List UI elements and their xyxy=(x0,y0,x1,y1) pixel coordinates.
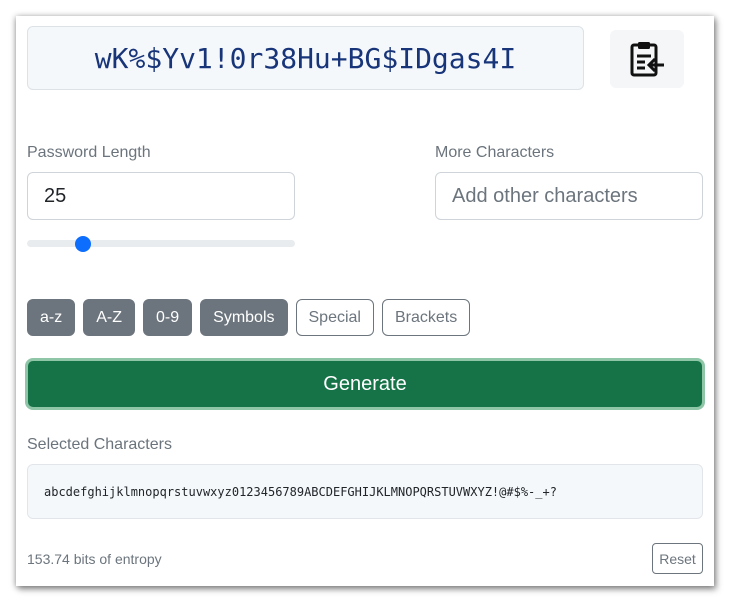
more-characters-label: More Characters xyxy=(435,144,555,161)
charset-toggle-symbols[interactable]: Symbols xyxy=(200,299,288,336)
reset-button[interactable]: Reset xyxy=(652,543,703,574)
charset-toggle-special[interactable]: Special xyxy=(295,299,374,336)
selected-characters-label: Selected Characters xyxy=(27,436,172,453)
charset-toggle-group: a-z A-Z 0-9 Symbols Special Brackets xyxy=(27,299,471,336)
password-length-slider-thumb[interactable] xyxy=(75,236,92,252)
password-length-input[interactable]: 25 xyxy=(27,172,295,220)
more-characters-input[interactable]: Add other characters xyxy=(435,172,703,220)
entropy-text: 153.74 bits of entropy xyxy=(27,551,162,567)
clipboard-paste-icon xyxy=(630,42,664,77)
password-generator-card: wK%$Yv1!0r38Hu+BG$IDgas4I Password Lengt… xyxy=(16,16,714,586)
selected-characters-box: abcdefghijklmnopqrstuvwxyz0123456789ABCD… xyxy=(27,464,703,519)
charset-toggle-brackets[interactable]: Brackets xyxy=(381,299,471,336)
password-length-label: Password Length xyxy=(27,144,151,161)
password-text: wK%$Yv1!0r38Hu+BG$IDgas4I xyxy=(94,41,517,75)
charset-toggle-a-z[interactable]: a-z xyxy=(27,299,76,336)
copy-button[interactable] xyxy=(610,30,684,88)
password-display[interactable]: wK%$Yv1!0r38Hu+BG$IDgas4I xyxy=(27,26,584,90)
password-length-slider-track[interactable] xyxy=(27,240,295,247)
selected-characters-text: abcdefghijklmnopqrstuvwxyz0123456789ABCD… xyxy=(44,484,557,499)
generate-button[interactable]: Generate xyxy=(25,358,705,410)
charset-toggle-0-9[interactable]: 0-9 xyxy=(143,299,193,336)
charset-toggle-a-z[interactable]: A-Z xyxy=(83,299,136,336)
